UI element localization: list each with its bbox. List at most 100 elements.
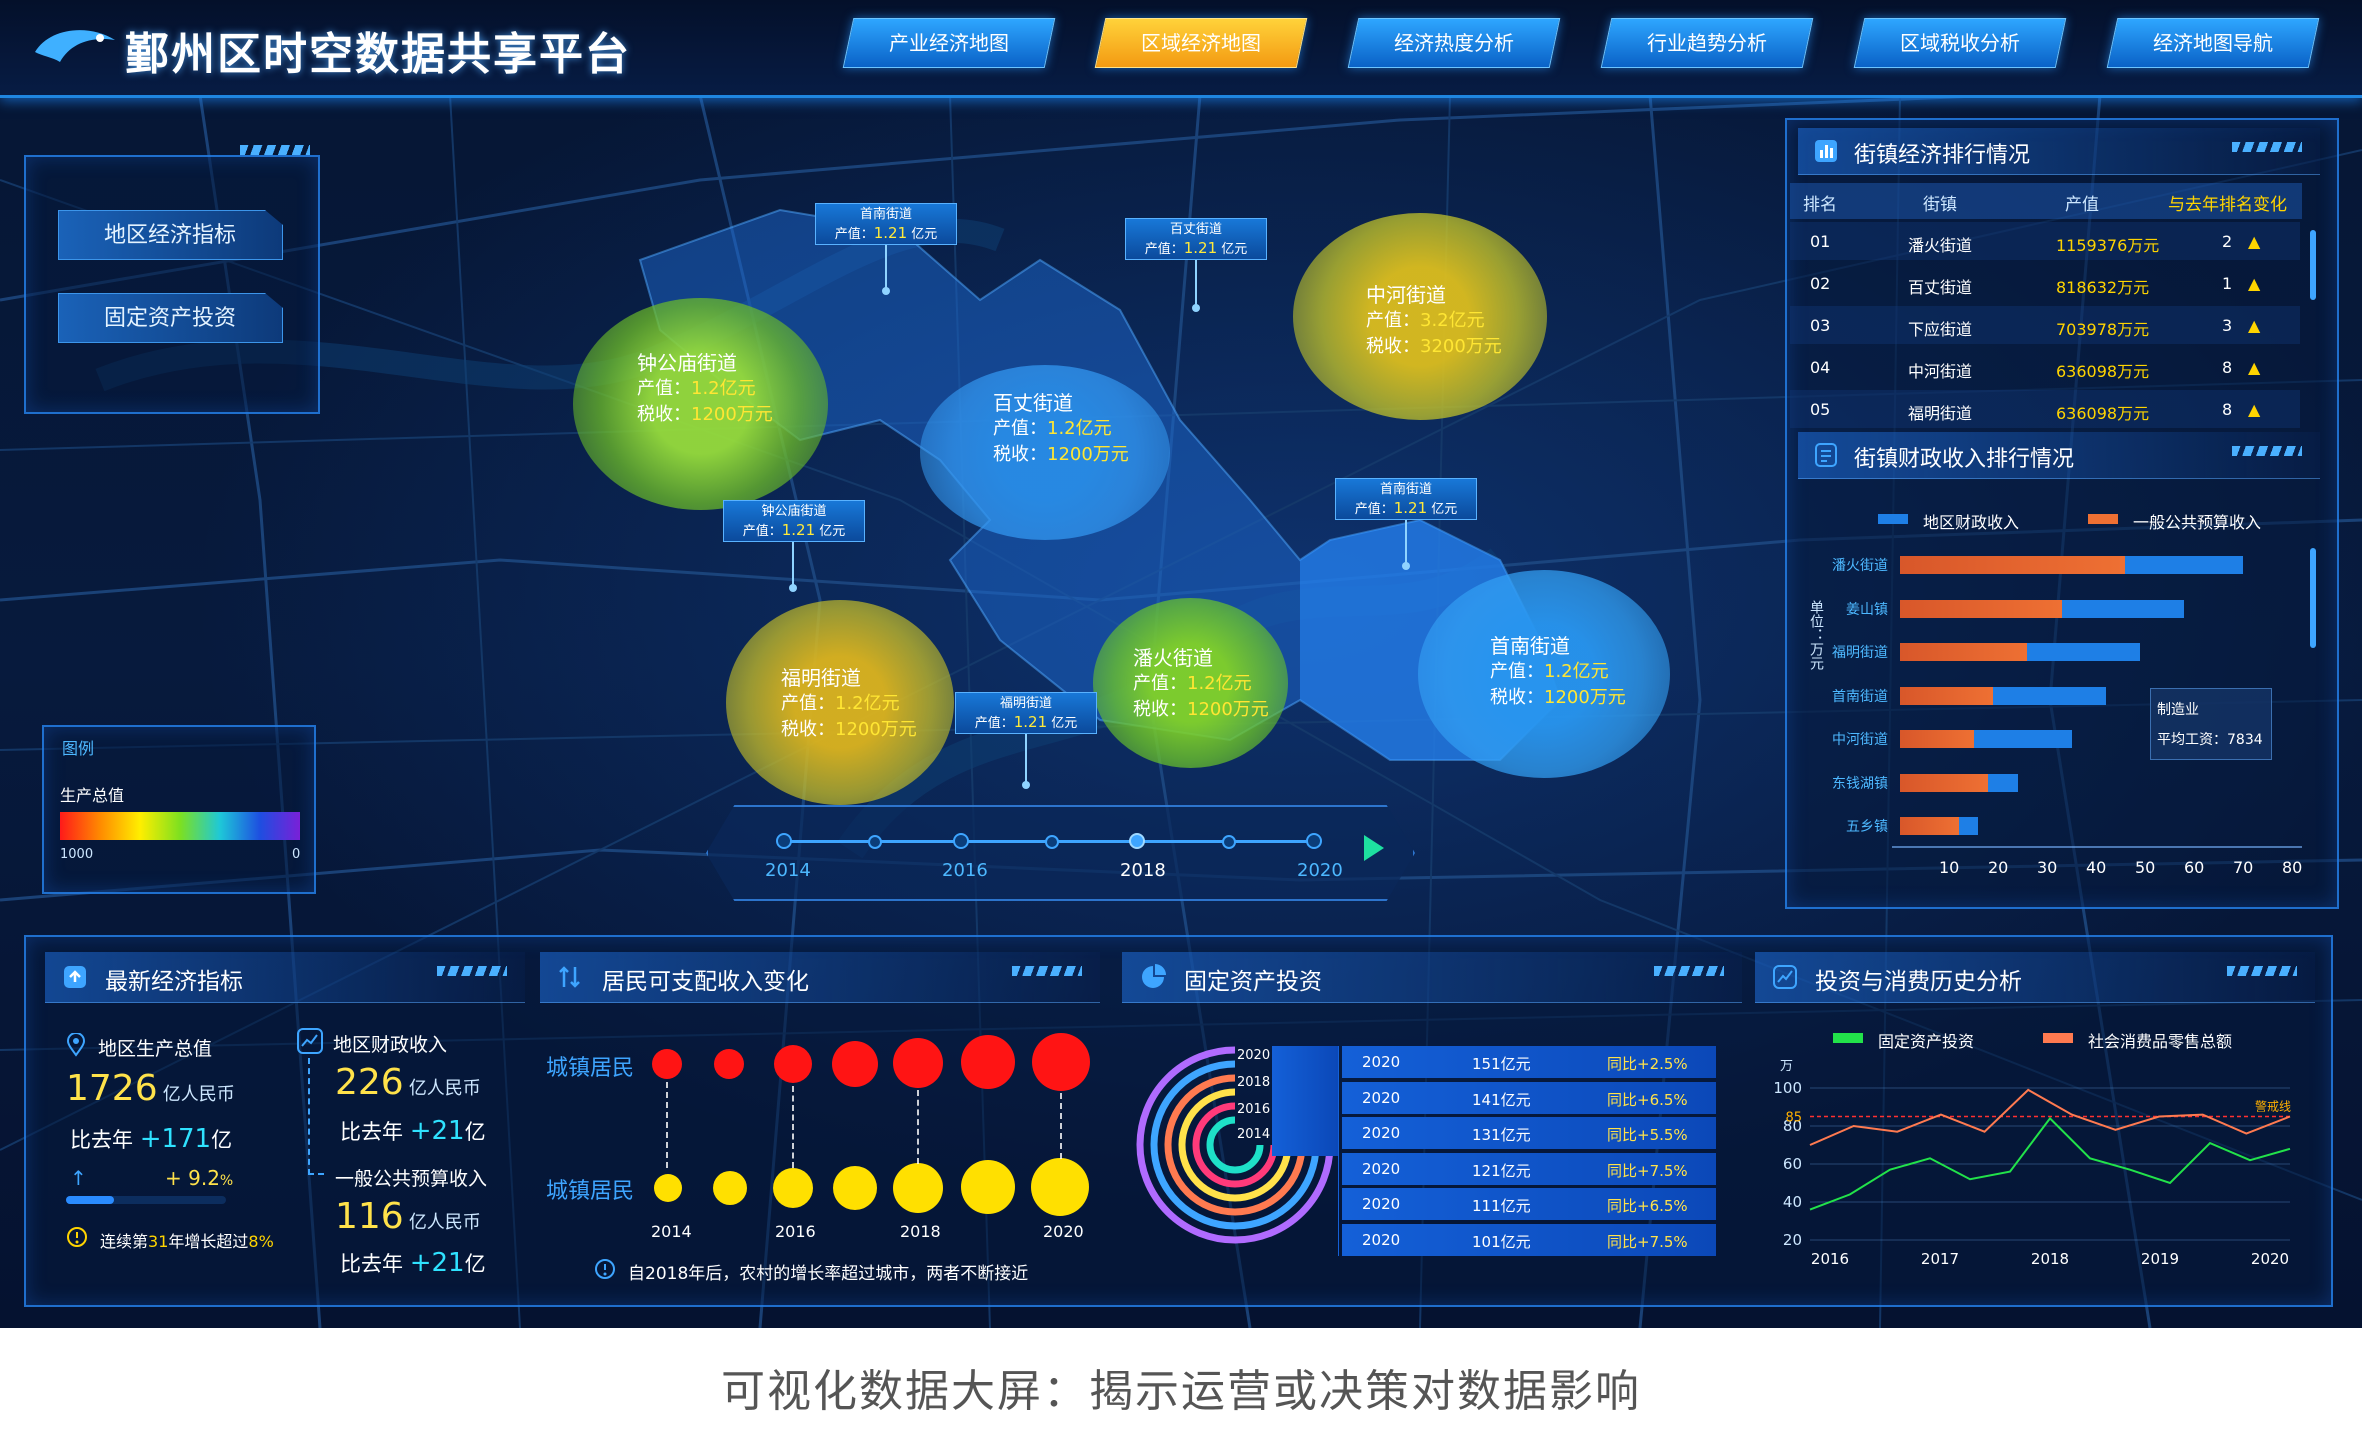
timeline-label[interactable]: 2020 [1297, 860, 1343, 881]
col-rank-change: 与去年排名变化 [2168, 195, 2287, 215]
timeline-node[interactable] [776, 833, 792, 849]
upload-icon [64, 966, 86, 988]
bar-budget-revenue[interactable] [1900, 773, 1989, 792]
timeline-node[interactable] [1306, 833, 1322, 849]
rank-number: 04 [1810, 358, 1831, 377]
timeline-node-current[interactable] [1129, 833, 1145, 849]
fixed-value: 141亿元 [1472, 1090, 1531, 1109]
timeline-label[interactable]: 2016 [942, 860, 988, 881]
bar-budget-revenue[interactable] [1900, 686, 1994, 705]
x-tick: 60 [2184, 858, 2205, 877]
warning-label: 警戒线 [2255, 1099, 2291, 1114]
dashboard-screen: 鄞州区时空数据共享平台 产业经济地图 区域经济地图 经济热度分析 行业趋势分析 … [0, 0, 2362, 1328]
x-tick: 40 [2086, 858, 2107, 877]
map-pin-dot [1192, 304, 1200, 312]
timeline-label-current[interactable]: 2018 [1120, 860, 1166, 881]
output-value: 636098万元 [2056, 404, 2150, 423]
growth-arrow: ↑ [70, 1166, 87, 1190]
legend-budget-revenue: 一般公共预算收入 [2133, 513, 2262, 532]
legend-max: 0 [292, 847, 301, 862]
income-dot-yellow [1031, 1158, 1089, 1216]
fixed-row[interactable]: 2020 111亿元 同比+6.5% [1342, 1188, 1716, 1220]
ranking-scrollbar[interactable] [2310, 230, 2316, 300]
decor-stripes [2227, 966, 2297, 976]
map-tag-shounan-1[interactable]: 首南街道 产值：1.21 亿元 [815, 203, 957, 245]
map-tag-shounan-2[interactable]: 首南街道 产值：1.21 亿元 [1335, 478, 1477, 520]
rank-number: 05 [1810, 400, 1831, 419]
fixed-row[interactable]: 2020 121亿元 同比+7.5% [1342, 1152, 1716, 1185]
nav-industry-map[interactable]: 产业经济地图 [842, 18, 1056, 68]
x-tick: 30 [2037, 858, 2058, 877]
timeline-node[interactable] [1045, 835, 1059, 849]
bar-budget-revenue[interactable] [1900, 556, 2126, 574]
rank-change: 8 [2222, 358, 2233, 377]
gdp-compare: 比去年 +171亿 [70, 1124, 233, 1154]
map-tag-zhonggongmiao[interactable]: 钟公庙街道 产值：1.21 亿元 [723, 500, 865, 542]
rank-change: 8 [2222, 400, 2233, 419]
nav-map-navigation[interactable]: 经济地图导航 [2106, 18, 2320, 68]
ranking-row[interactable]: 02 百丈街道 818632万元 1 ▲ [1790, 264, 2300, 302]
x-tick: 2018 [2031, 1250, 2069, 1268]
indicator-fixed-investment[interactable]: 固定资产投资 [58, 293, 283, 343]
warning-value: 85 [1785, 1111, 1802, 1126]
legend-title: 图例 [62, 739, 95, 758]
label-zhonghe: 中河街道 产值：3.2亿元 税收：3200万元 [1366, 283, 1502, 357]
nav-tax-analysis[interactable]: 区域税收分析 [1853, 18, 2067, 68]
trend-icon [1773, 965, 1797, 989]
map-tag-fuming[interactable]: 福明街道 产值：1.21 亿元 [955, 692, 1097, 734]
town-name: 百丈街道 [1908, 278, 1973, 297]
fixed-row[interactable]: 2020 131亿元 同比+5.5% [1342, 1117, 1716, 1149]
play-icon[interactable] [1362, 833, 1386, 863]
map-tag-baizhang[interactable]: 百丈街道 产值：1.21 亿元 [1125, 218, 1267, 260]
income-dot-red [961, 1035, 1015, 1089]
indicator-box [24, 145, 320, 414]
timeline-node[interactable] [953, 833, 969, 849]
label-zhonggongmiao: 钟公庙街道 产值：1.2亿元 税收：1200万元 [637, 351, 773, 425]
indicator-regional-economy[interactable]: 地区经济指标 [58, 210, 283, 260]
fiscal-scrollbar[interactable] [2310, 548, 2316, 648]
fixed-yoy: 同比+6.5% [1607, 1090, 1688, 1109]
rank-number: 03 [1810, 316, 1831, 335]
timeline-node[interactable] [868, 835, 882, 849]
income-dot-yellow [961, 1160, 1015, 1214]
fixed-yoy: 同比+2.5% [1607, 1055, 1688, 1073]
app-title: 鄞州区时空数据共享平台 [125, 29, 631, 80]
ranking-row[interactable]: 04 中河街道 636098万元 8 ▲ [1790, 348, 2300, 386]
label-fuming: 福明街道 产值：1.2亿元 税收：1200万元 [781, 666, 917, 740]
income-row2-label: 城镇居民 [546, 1179, 635, 1204]
timeline-node[interactable] [1222, 835, 1236, 849]
tooltip-industry: 制造业 [2157, 702, 2199, 718]
decor-stripes [2232, 446, 2302, 456]
bar-budget-revenue[interactable] [1900, 643, 2028, 661]
y-tick: 40 [1783, 1193, 1802, 1211]
fixed-title: 固定资产投资 [1184, 969, 1322, 995]
map-pin [1025, 734, 1027, 784]
ranking-row[interactable]: 01 潘火街道 1159376万元 2 ▲ [1790, 222, 2300, 260]
bar-budget-revenue[interactable] [1900, 817, 1959, 835]
y-tick: 20 [1783, 1231, 1802, 1249]
map-pin-dot [1022, 781, 1030, 789]
budget-label: 一般公共预算收入 [335, 1168, 488, 1190]
x-tick: 10 [1939, 858, 1960, 877]
nav-heat-analysis[interactable]: 经济热度分析 [1347, 18, 1561, 68]
bar-label: 东钱湖镇 [1832, 775, 1888, 792]
nav-industry-trend[interactable]: 行业趋势分析 [1600, 18, 1814, 68]
timeline-label[interactable]: 2014 [765, 860, 811, 881]
bar-budget-revenue[interactable] [1900, 599, 2062, 618]
ranking-row[interactable]: 03 下应街道 703978万元 3 ▲ [1790, 306, 2300, 344]
fixed-row[interactable]: 2020 101亿元 同比+7.5% [1342, 1223, 1716, 1256]
map-pin [792, 542, 794, 587]
timeline-panel [706, 805, 1415, 901]
fixed-row[interactable]: 2020 151亿元 同比+2.5% [1342, 1046, 1716, 1078]
income-year: 2014 [651, 1222, 692, 1241]
fixed-year: 2020 [1362, 1230, 1401, 1249]
econ-title: 最新经济指标 [105, 969, 243, 995]
bar-budget-revenue[interactable] [1900, 730, 1974, 748]
fixed-row[interactable]: 2020 141亿元 同比+6.5% [1342, 1081, 1716, 1114]
legend-swatch-budget [2088, 514, 2118, 524]
legend-swatch-fiscal [1878, 514, 1908, 524]
label-shounan: 首南街道 产值：1.2亿元 税收：1200万元 [1490, 634, 1626, 708]
up-arrow-icon: ▲ [2248, 232, 2261, 251]
nav-region-map[interactable]: 区域经济地图 [1094, 18, 1308, 68]
ranking-row[interactable]: 05 福明街道 636098万元 8 ▲ [1790, 390, 2300, 428]
